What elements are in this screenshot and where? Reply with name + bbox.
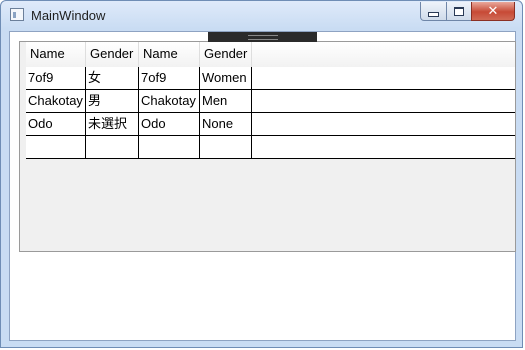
cell-name[interactable]: 7of9 bbox=[26, 67, 86, 89]
maximize-button[interactable] bbox=[446, 2, 472, 21]
splitter-grip-icon bbox=[248, 35, 278, 40]
data-grid[interactable]: Name Gender Name Gender 7of9 女 7of9 Wome… bbox=[19, 41, 516, 252]
column-header-filler bbox=[252, 42, 515, 67]
cell-gender[interactable]: None bbox=[200, 113, 252, 135]
cell-name[interactable]: Odo bbox=[26, 113, 86, 135]
main-window: MainWindow ✕ Name Gender Name Gender 7of… bbox=[0, 0, 523, 348]
cell-gender[interactable]: 男 bbox=[86, 90, 139, 112]
window-title: MainWindow bbox=[31, 8, 106, 23]
cell-gender[interactable] bbox=[200, 136, 252, 158]
table-row[interactable]: 7of9 女 7of9 Women bbox=[26, 67, 515, 90]
cell-gender[interactable]: Women bbox=[200, 67, 252, 89]
cell-gender[interactable] bbox=[86, 136, 139, 158]
cell-filler bbox=[252, 90, 515, 112]
close-button[interactable]: ✕ bbox=[471, 2, 515, 21]
cell-name[interactable] bbox=[139, 136, 200, 158]
cell-gender[interactable]: 未選択 bbox=[86, 113, 139, 135]
title-bar[interactable]: MainWindow ✕ bbox=[1, 1, 522, 31]
window-icon[interactable] bbox=[10, 8, 24, 21]
client-area: Name Gender Name Gender 7of9 女 7of9 Wome… bbox=[9, 31, 516, 341]
column-header-gender-1[interactable]: Gender bbox=[86, 42, 139, 67]
cell-gender[interactable]: Men bbox=[200, 90, 252, 112]
table-row[interactable]: Odo 未選択 Odo None bbox=[26, 113, 515, 136]
cell-filler bbox=[252, 136, 515, 158]
column-header-gender-2[interactable]: Gender bbox=[200, 42, 252, 67]
cell-name[interactable]: Chakotay bbox=[26, 90, 86, 112]
cell-name[interactable]: Chakotay bbox=[139, 90, 200, 112]
minimize-button[interactable] bbox=[420, 2, 447, 21]
table-row[interactable]: Chakotay 男 Chakotay Men bbox=[26, 90, 515, 113]
minimize-icon bbox=[428, 11, 439, 17]
grid-splitter[interactable] bbox=[208, 32, 317, 42]
grid-header: Name Gender Name Gender bbox=[26, 42, 515, 68]
column-header-name-2[interactable]: Name bbox=[139, 42, 200, 67]
cell-name[interactable] bbox=[26, 136, 86, 158]
maximize-icon bbox=[454, 6, 464, 16]
cell-name[interactable]: 7of9 bbox=[139, 67, 200, 89]
close-icon: ✕ bbox=[487, 3, 499, 19]
column-header-name-1[interactable]: Name bbox=[26, 42, 86, 67]
cell-gender[interactable]: 女 bbox=[86, 67, 139, 89]
cell-name[interactable]: Odo bbox=[139, 113, 200, 135]
cell-filler bbox=[252, 67, 515, 89]
cell-filler bbox=[252, 113, 515, 135]
new-item-row[interactable] bbox=[26, 136, 515, 159]
